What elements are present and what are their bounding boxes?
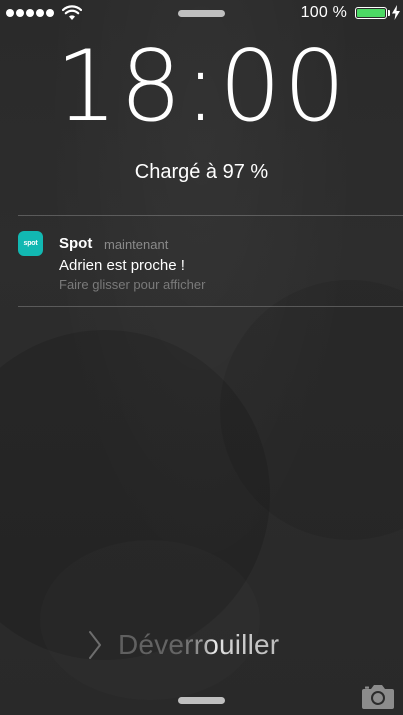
cellular-signal-icon (6, 9, 54, 17)
battery-percentage: 100 % (300, 4, 347, 21)
battery-level-fill (357, 9, 385, 17)
battery-icon (355, 7, 387, 19)
notification-divider-bottom (18, 306, 403, 307)
wifi-icon (62, 5, 82, 20)
notification-app-name: Spot (59, 235, 93, 252)
control-center-grabber[interactable] (178, 697, 225, 704)
spot-app-icon: spot (18, 231, 43, 256)
notification-message: Adrien est proche ! (59, 257, 185, 274)
camera-icon[interactable] (361, 682, 395, 710)
battery-terminal (388, 10, 390, 16)
lock-screen-clock: 18:00 (55, 30, 348, 144)
notification-center-grabber[interactable] (178, 10, 225, 17)
notification-hint: Faire glisser pour afficher (59, 277, 206, 292)
bolt-icon (392, 5, 400, 20)
chevron-right-icon (89, 631, 101, 659)
notification-card[interactable]: spot Spot maintenant Adrien est proche !… (0, 216, 403, 306)
unlock-label: Déverrouiller (118, 629, 280, 660)
charge-status: Chargé à 97 % (134, 161, 269, 183)
notification-time: maintenant (104, 237, 169, 252)
slide-to-unlock[interactable]: Déverrouiller (88, 627, 279, 663)
status-bar: 100 % (0, 0, 403, 26)
